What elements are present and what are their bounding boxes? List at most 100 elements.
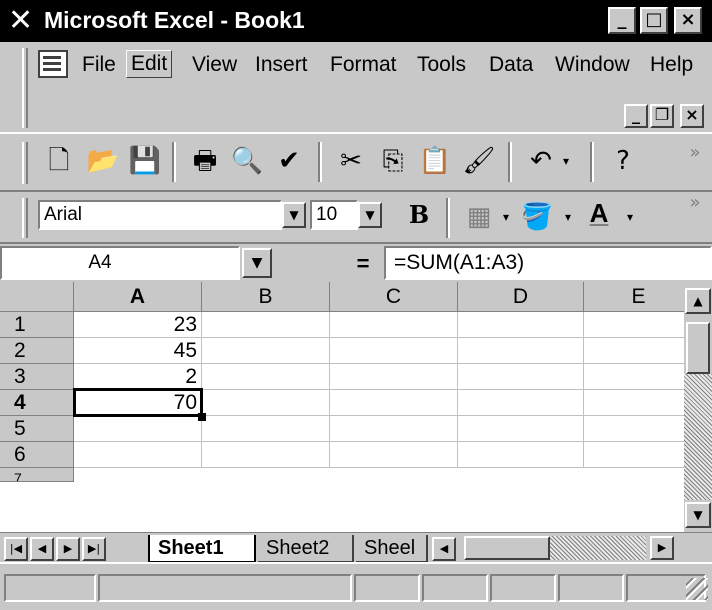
last-sheet-button[interactable]: ▶| [82,537,106,561]
column-header-e[interactable]: E [584,282,684,312]
column-header-a[interactable]: A [74,282,202,312]
tab-sheet2[interactable]: Sheet2 [258,535,354,563]
cell-b2[interactable] [202,338,330,364]
print-preview-icon[interactable]: 🔍 [230,144,264,178]
excel-x-icon[interactable]: ✕ [8,6,40,36]
horizontal-scroll-pattern[interactable] [550,536,646,560]
cell-e2[interactable] [584,338,684,364]
spelling-icon[interactable]: ✔ [272,144,306,178]
previous-sheet-button[interactable]: ◀ [30,537,54,561]
help-icon[interactable]: ? [606,144,640,178]
fill-color-dropdown-icon[interactable]: ▾ [560,200,576,234]
menu-insert[interactable]: Insert [255,52,308,78]
cell-a2[interactable]: 45 [74,338,202,364]
copy-icon[interactable]: ⎘ [376,144,410,178]
cell-c4[interactable] [330,390,458,416]
doc-restore-button[interactable]: ❐ [650,104,674,128]
cell-e4[interactable] [584,390,684,416]
row-header-1[interactable]: 1 [0,312,74,338]
save-icon[interactable]: 💾 [128,144,162,178]
tab-sheet1[interactable]: Sheet1 [148,535,256,563]
cell-d2[interactable] [458,338,584,364]
menu-tools[interactable]: Tools [417,52,466,78]
open-icon[interactable]: 📂 [86,144,120,178]
undo-dropdown-icon[interactable]: ▾ [556,144,576,178]
formula-input[interactable]: =SUM(A1:A3) [384,246,712,280]
scroll-down-button[interactable]: ▼ [685,502,711,528]
doc-close-button[interactable]: × [680,104,704,128]
scroll-right-button[interactable]: ▶ [650,536,674,560]
menu-format[interactable]: Format [330,52,397,78]
cell-d6[interactable] [458,442,584,468]
menu-window[interactable]: Window [555,52,630,78]
column-header-c[interactable]: C [330,282,458,312]
maximize-button[interactable]: □ [640,7,668,34]
font-color-icon[interactable]: A [582,198,616,232]
cell-e3[interactable] [584,364,684,390]
cell-c5[interactable] [330,416,458,442]
resize-grip-icon[interactable] [686,578,708,600]
scroll-up-button[interactable]: ▲ [685,288,711,314]
edit-formula-button[interactable]: = [350,250,376,278]
cell-d3[interactable] [458,364,584,390]
row-header-3[interactable]: 3 [0,364,74,390]
menu-data[interactable]: Data [489,52,533,78]
menubar-grip[interactable] [22,48,28,128]
cell-c6[interactable] [330,442,458,468]
font-name-dropdown-button[interactable]: ▼ [282,202,306,228]
toolbar-grip[interactable] [22,142,28,184]
document-icon[interactable] [38,50,68,78]
fill-handle[interactable] [198,413,206,421]
row-header-6[interactable]: 6 [0,442,74,468]
print-icon[interactable]: 🖶 [188,144,222,178]
scroll-left-button[interactable]: ◀ [432,537,456,561]
column-header-b[interactable]: B [202,282,330,312]
font-name-combo[interactable]: Arial [38,200,282,230]
new-icon[interactable]: 🗋 [42,144,76,178]
cell-a5[interactable] [74,416,202,442]
horizontal-scroll-thumb[interactable] [464,536,550,560]
vertical-scroll-thumb[interactable] [686,322,710,374]
cell-d1[interactable] [458,312,584,338]
paste-icon[interactable]: 📋 [418,144,452,178]
cell-a6[interactable] [74,442,202,468]
menu-help[interactable]: Help [650,52,693,78]
minimize-button[interactable]: _ [608,7,636,34]
cell-d5[interactable] [458,416,584,442]
toolbar-overflow-icon[interactable]: » [682,136,708,170]
cell-c1[interactable] [330,312,458,338]
menu-file[interactable]: File [82,52,116,78]
cell-b6[interactable] [202,442,330,468]
next-sheet-button[interactable]: ▶ [56,537,80,561]
cell-e1[interactable] [584,312,684,338]
bold-icon[interactable]: B [402,200,436,234]
column-header-d[interactable]: D [458,282,584,312]
row-header-2[interactable]: 2 [0,338,74,364]
cell-a3[interactable]: 2 [74,364,202,390]
cell-b4[interactable] [202,390,330,416]
cell-b1[interactable] [202,312,330,338]
cut-icon[interactable]: ✂ [334,144,368,178]
vertical-scroll-track[interactable] [684,374,712,500]
undo-icon[interactable]: ↶ [524,144,558,178]
row-header-5[interactable]: 5 [0,416,74,442]
close-button[interactable]: × [674,7,702,34]
cell-d4[interactable] [458,390,584,416]
cell-b5[interactable] [202,416,330,442]
cell-e5[interactable] [584,416,684,442]
font-size-combo[interactable]: 10 [310,200,358,230]
cell-b3[interactable] [202,364,330,390]
select-all-button[interactable] [0,282,74,312]
borders-icon[interactable]: ▦ [462,200,496,234]
doc-minimize-button[interactable]: _ [624,104,648,128]
name-box[interactable]: A4 [0,246,240,280]
menu-edit[interactable]: Edit [126,50,173,78]
fill-color-icon[interactable]: 🪣 [520,200,554,234]
format-painter-icon[interactable]: 🖌 [462,144,496,178]
menu-view[interactable]: View [192,52,237,78]
cell-e6[interactable] [584,442,684,468]
toolbar-overflow-icon[interactable]: » [682,186,708,220]
cell-a1[interactable]: 23 [74,312,202,338]
cell-c3[interactable] [330,364,458,390]
name-box-dropdown-button[interactable]: ▼ [242,248,272,278]
